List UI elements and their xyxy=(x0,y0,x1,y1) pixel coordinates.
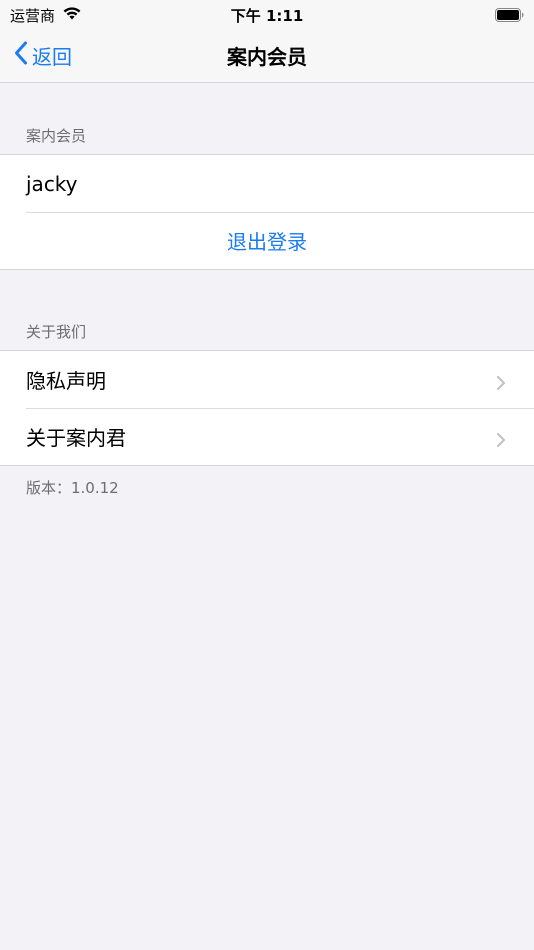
about-app-label: 关于案内君 xyxy=(26,426,126,450)
chevron-right-icon xyxy=(496,429,506,448)
privacy-statement-label: 隐私声明 xyxy=(26,369,106,393)
page-title: 案内会员 xyxy=(227,45,307,69)
status-bar: 运营商 下午 1:11 xyxy=(0,0,534,28)
member-group: jacky 退出登录 xyxy=(0,154,534,270)
username-row: jacky xyxy=(0,155,534,212)
chevron-right-icon xyxy=(496,372,506,391)
section-header-member: 案内会员 xyxy=(26,127,87,145)
username-label: jacky xyxy=(26,171,78,196)
section-header-about: 关于我们 xyxy=(26,323,87,341)
status-time: 下午 1:11 xyxy=(230,7,304,25)
about-group: 隐私声明 关于案内君 xyxy=(0,350,534,466)
logout-button[interactable]: 退出登录 xyxy=(0,212,534,269)
logout-label: 退出登录 xyxy=(227,230,307,254)
about-app-row[interactable]: 关于案内君 xyxy=(0,408,534,465)
version-label: 版本：1.0.12 xyxy=(26,479,119,497)
privacy-statement-row[interactable]: 隐私声明 xyxy=(0,351,534,408)
navigation-bar: 返回 案内会员 xyxy=(0,28,534,83)
battery-icon xyxy=(495,7,524,22)
